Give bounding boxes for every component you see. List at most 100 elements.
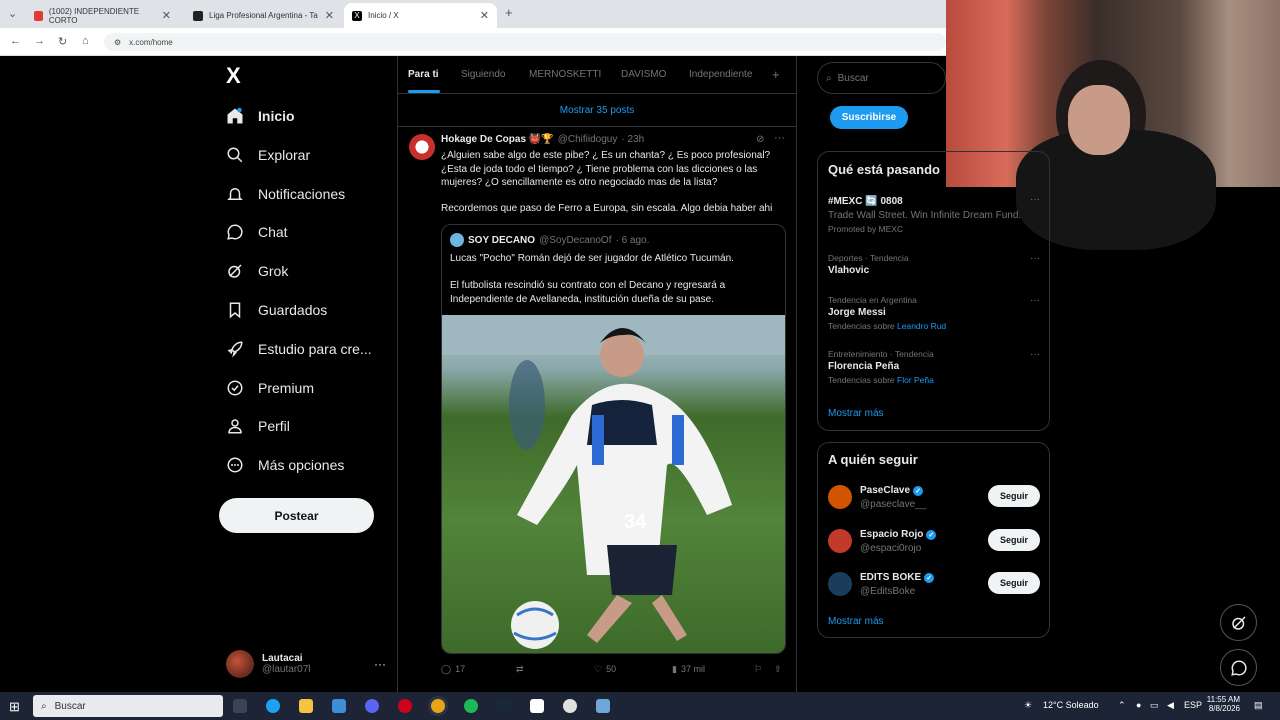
follow-suggestion[interactable]: Espacio Rojo ✓ @espaci0rojo Seguir [828,527,1040,559]
tweet-author-handle[interactable]: @Chifiidoguy [558,134,618,145]
sidebar-item-mas-opciones[interactable]: Más opciones [226,450,344,480]
quoted-tweet[interactable]: SOY DECANO @SoyDecanoOf · 6 ago. Lucas "… [441,224,786,654]
tweet-time[interactable]: · 23h [621,134,644,145]
taskbar-search[interactable]: ⌕ Buscar [33,695,223,717]
views-button[interactable]: ▮ 37 mil [672,664,754,675]
trend-item[interactable]: #MEXC 🔄 0808 Trade Wall Street. Win Infi… [828,194,1040,234]
mic-icon[interactable]: ● [1136,700,1141,710]
search-input[interactable]: ⌕ Buscar [817,62,946,94]
trend-sub: Tendencias sobre [828,321,895,331]
close-icon[interactable]: ✕ [162,9,171,22]
retweet-button[interactable]: ⇄ [516,664,594,675]
edge-icon[interactable] [266,699,280,713]
browser-tab-youtube[interactable]: (1002) INDEPENDIENTE CORTO ✕ [26,3,179,28]
sidebar-item-notificaciones[interactable]: Notificaciones [226,179,345,209]
trend-context: Tendencia en Argentina [828,295,917,305]
network-icon[interactable]: ▭ [1150,700,1159,711]
browser-tab-liga[interactable]: Liga Profesional Argentina - Ta ✕ [185,3,342,28]
trend-more-icon[interactable]: ··· [1030,253,1040,264]
tweet[interactable]: Hokage De Copas 👹🏆 @Chifiidoguy · 23h ⊘ … [398,128,796,688]
sidebar-item-premium[interactable]: Premium [226,373,314,403]
quote-photo[interactable]: 34 [442,315,785,653]
discord-icon[interactable] [365,699,379,713]
reload-icon[interactable]: ↻ [58,35,67,48]
trend-more-icon[interactable]: ··· [1030,349,1040,360]
bookmark-button[interactable]: ⚐ [754,664,774,675]
volume-icon[interactable]: ◀ [1167,700,1174,711]
forward-icon[interactable]: → [34,35,45,47]
sidebar-item-grok[interactable]: Grok [226,256,288,286]
show-more-follow-link[interactable]: Mostrar más [828,616,884,627]
home-browser-icon[interactable]: ⌂ [82,35,89,47]
weather-icon[interactable]: ☀ [1024,700,1032,711]
grok-fab-button[interactable] [1220,604,1257,641]
language-indicator[interactable]: ESP [1184,700,1202,710]
sidebar-item-explorar[interactable]: Explorar [226,140,310,170]
tab-davismo[interactable]: DAVISMO [621,69,666,80]
like-button[interactable]: ♡ 50 [594,664,672,675]
tab-siguiendo[interactable]: Siguiendo [461,69,505,80]
weather-text[interactable]: 12°C Soleado [1043,700,1099,710]
add-tab-icon[interactable]: + [772,67,780,82]
post-button[interactable]: Postear [219,498,374,533]
close-icon[interactable]: ✕ [480,9,489,22]
file-explorer-icon[interactable] [299,699,313,713]
trend-link[interactable]: Flor Peña [897,375,934,385]
clock-time: 11:55 AM [1206,695,1240,704]
obs-icon[interactable] [563,699,577,713]
show-new-posts-button[interactable]: Mostrar 35 posts [398,94,796,127]
back-icon[interactable]: ← [10,35,21,47]
follow-suggestion[interactable]: PaseClave ✓ @paseclave__ Seguir [828,483,1040,515]
tweet-author-name[interactable]: Hokage De Copas 👹🏆 [441,134,554,145]
messages-fab-button[interactable] [1220,649,1257,686]
address-bar[interactable]: ⚙ x.com/home [104,33,946,51]
trend-more-icon[interactable]: ··· [1030,295,1040,306]
trend-name: Florencia Peña [828,361,900,372]
account-switcher[interactable]: Lautacai @lautar07l ··· [226,648,386,680]
x-logo[interactable]: X [226,65,246,87]
show-more-trends-link[interactable]: Mostrar más [828,408,884,419]
tab-independiente[interactable]: Independiente [689,69,752,80]
store-icon[interactable] [332,699,346,713]
clock[interactable]: 11:55 AM 8/8/2026 [1204,695,1240,713]
spotify-icon[interactable] [464,699,478,713]
app-icon[interactable] [596,699,610,713]
new-tab-icon[interactable]: + [505,5,513,20]
sidebar-item-inicio[interactable]: Inicio [226,101,295,131]
tab-para-ti[interactable]: Para ti [408,69,439,80]
subscribe-button[interactable]: Suscribirse [830,106,908,129]
trend-item[interactable]: Entretenimiento · Tendencia Florencia Pe… [828,349,1040,385]
trend-item[interactable]: Deportes · Tendencia Vlahovic ··· [828,253,1040,276]
sidebar-item-perfil[interactable]: Perfil [226,411,290,441]
site-info-icon[interactable]: ⚙ [114,38,121,47]
follow-button[interactable]: Seguir [988,572,1040,594]
tab-mernosketti[interactable]: MERNOSKETTI [529,69,601,80]
tray-chevron-icon[interactable]: ⌃ [1118,700,1126,711]
chrome-icon[interactable] [431,699,445,713]
trend-more-icon[interactable]: ··· [1030,194,1040,205]
tweet-more-icon[interactable]: ··· [774,132,785,144]
tiktok-icon[interactable] [530,699,544,713]
tweet-avatar[interactable] [409,134,435,160]
notifications-icon[interactable]: ▤ [1254,700,1263,711]
task-view-icon[interactable] [233,699,247,713]
close-icon[interactable]: ✕ [325,9,334,22]
steam-icon[interactable] [497,699,511,713]
trend-item[interactable]: Tendencia en Argentina Jorge Messi Tende… [828,295,1040,331]
sidebar-item-chat[interactable]: Chat [226,217,288,247]
follow-title: A quién seguir [828,452,918,467]
follow-button[interactable]: Seguir [988,485,1040,507]
opera-icon[interactable] [398,699,412,713]
tab-list-icon[interactable]: ⌄ [8,7,17,20]
account-more-icon[interactable]: ··· [374,657,386,671]
follow-suggestion[interactable]: EDITS BOKE ✓ @EditsBoke Seguir [828,570,1040,602]
reply-button[interactable]: ◯ 17 [441,664,516,675]
trend-link[interactable]: Leandro Rud [897,321,946,331]
follow-button[interactable]: Seguir [988,529,1040,551]
grok-icon[interactable]: ⊘ [756,134,764,145]
share-button[interactable]: ⇪ [774,664,782,675]
sidebar-item-guardados[interactable]: Guardados [226,295,327,325]
browser-tab-x[interactable]: X Inicio / X ✕ [344,3,497,28]
windows-start-icon[interactable]: ⊞ [9,699,20,715]
sidebar-item-estudio[interactable]: Estudio para cre... [226,334,372,364]
